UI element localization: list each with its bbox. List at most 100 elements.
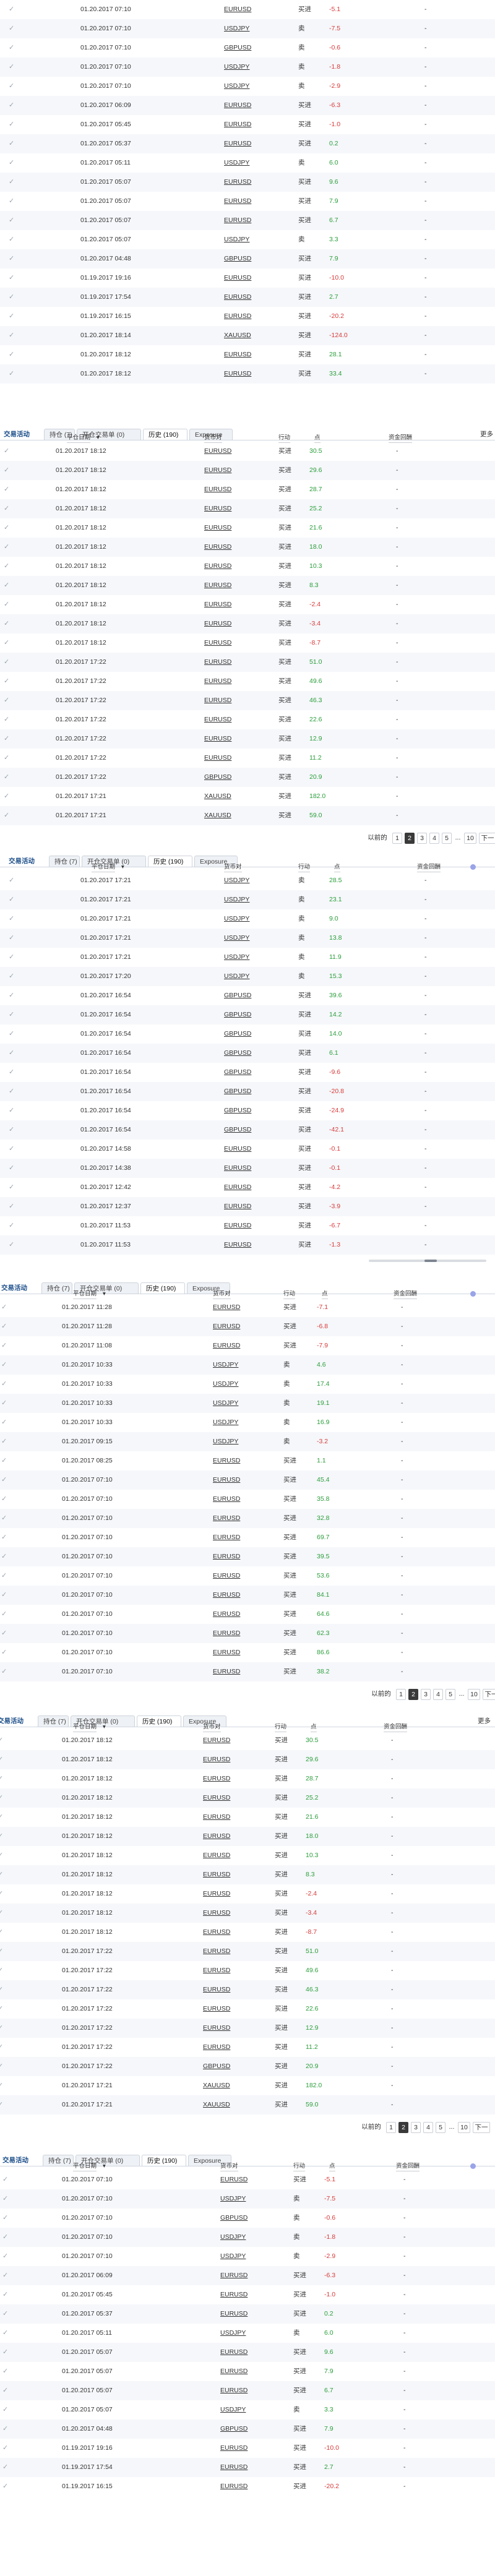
table-row[interactable]: ✓ 01.20.2017 05:45 EURUSD 买进 -1.0 - [0,2285,495,2304]
table-row[interactable]: ✓ 01.20.2017 07:10 USDJPY 卖 -1.8 - [0,58,495,77]
currency-pair-link[interactable]: EURUSD [224,1140,251,1159]
currency-pair-link[interactable]: XAUUSD [204,787,231,806]
table-row[interactable]: ✓ 01.20.2017 17:22 EURUSD 买进 49.6 - [0,672,495,691]
currency-pair-link[interactable]: EURUSD [220,2439,248,2458]
row-check-icon[interactable]: ✓ [2,2477,8,2496]
table-row[interactable]: ✓ 01.20.2017 18:12 EURUSD 买进 8.3 - [0,1865,495,1884]
pagination-previous[interactable]: 以前的 [359,2122,384,2133]
table-row[interactable]: ✓ 01.20.2017 05:07 EURUSD 买进 9.6 - [0,2343,495,2362]
row-check-icon[interactable]: ✓ [0,1731,3,1750]
currency-pair-link[interactable]: EURUSD [224,1235,251,1255]
currency-pair-link[interactable]: EURUSD [224,173,251,192]
currency-pair-link[interactable]: USDJPY [224,19,249,38]
row-check-icon[interactable]: ✓ [9,890,14,909]
table-row[interactable]: ✓ 01.20.2017 07:10 GBPUSD 卖 -0.6 - [0,2209,495,2228]
table-row[interactable]: ✓ 01.20.2017 11:53 EURUSD 买进 -6.7 - [0,1216,495,1235]
currency-pair-link[interactable]: EURUSD [213,1451,240,1470]
row-check-icon[interactable]: ✓ [4,653,9,672]
row-check-icon[interactable]: ✓ [9,967,14,986]
scrollbar-thumb[interactable] [424,1260,437,1262]
row-check-icon[interactable]: ✓ [2,2247,8,2266]
table-row[interactable]: ✓ 01.20.2017 18:12 EURUSD 买进 -2.4 - [0,595,495,614]
table-row[interactable]: ✓ 01.20.2017 07:10 EURUSD 买进 64.6 - [0,1605,495,1624]
currency-pair-link[interactable]: EURUSD [213,1586,240,1605]
table-row[interactable]: ✓ 01.20.2017 16:54 GBPUSD 买进 39.6 - [0,986,495,1005]
table-row[interactable]: ✓ 01.20.2017 18:12 EURUSD 买进 29.6 - [0,1750,495,1769]
row-check-icon[interactable]: ✓ [1,1470,7,1490]
table-row[interactable]: ✓ 01.20.2017 17:22 EURUSD 买进 49.6 - [0,1961,495,1980]
table-row[interactable]: ✓ 01.20.2017 11:28 EURUSD 买进 -6.8 - [0,1317,495,1336]
page-button-3[interactable]: 3 [417,833,427,844]
row-check-icon[interactable]: ✓ [2,2362,8,2381]
table-row[interactable]: ✓ 01.20.2017 17:22 EURUSD 买进 11.2 - [0,2038,495,2057]
page-button-2[interactable]: 2 [405,833,415,844]
row-check-icon[interactable]: ✓ [1,1490,7,1509]
row-check-icon[interactable]: ✓ [4,768,9,787]
currency-pair-link[interactable]: GBPUSD [224,1120,251,1140]
table-row[interactable]: ✓ 01.20.2017 18:12 EURUSD 买进 10.3 - [0,557,495,576]
row-check-icon[interactable]: ✓ [1,1528,7,1547]
currency-pair-link[interactable]: EURUSD [204,518,231,538]
row-check-icon[interactable]: ✓ [4,749,9,768]
row-check-icon[interactable]: ✓ [9,948,14,967]
table-row[interactable]: ✓ 01.20.2017 17:22 EURUSD 买进 46.3 - [0,691,495,710]
table-row[interactable]: ✓ 01.20.2017 05:07 EURUSD 买进 7.9 - [0,192,495,211]
row-check-icon[interactable]: ✓ [0,1961,3,1980]
currency-pair-link[interactable]: EURUSD [224,0,251,19]
currency-pair-link[interactable]: EURUSD [220,2458,248,2477]
table-row[interactable]: ✓ 01.19.2017 17:54 EURUSD 买进 2.7 - [0,2458,495,2477]
table-row[interactable]: ✓ 01.20.2017 10:33 USDJPY 卖 16.9 - [0,1413,495,1432]
row-check-icon[interactable]: ✓ [9,38,14,58]
row-check-icon[interactable]: ✓ [1,1298,7,1317]
currency-pair-link[interactable]: GBPUSD [224,38,251,58]
row-check-icon[interactable]: ✓ [0,1827,3,1846]
currency-pair-link[interactable]: EURUSD [203,1961,230,1980]
row-check-icon[interactable]: ✓ [0,1769,3,1788]
page-button-10[interactable]: 10 [468,1689,480,1700]
row-check-icon[interactable]: ✓ [0,1788,3,1808]
pagination-previous[interactable]: 以前的 [365,833,390,844]
row-check-icon[interactable]: ✓ [0,2038,3,2057]
row-check-icon[interactable]: ✓ [9,986,14,1005]
currency-pair-link[interactable]: EURUSD [213,1528,240,1547]
row-check-icon[interactable]: ✓ [9,58,14,77]
currency-pair-link[interactable]: EURUSD [224,268,251,288]
row-check-icon[interactable]: ✓ [9,1044,14,1063]
currency-pair-link[interactable]: EURUSD [203,2019,230,2038]
row-check-icon[interactable]: ✓ [4,614,9,633]
page-button-5[interactable]: 5 [446,1689,455,1700]
currency-pair-link[interactable]: EURUSD [220,2343,248,2362]
row-check-icon[interactable]: ✓ [1,1375,7,1394]
currency-pair-link[interactable]: EURUSD [224,364,251,384]
currency-pair-link[interactable]: EURUSD [220,2362,248,2381]
page-button-2[interactable]: 2 [398,2122,408,2133]
table-row[interactable]: ✓ 01.20.2017 07:10 EURUSD 买进 32.8 - [0,1509,495,1528]
currency-pair-link[interactable]: EURUSD [213,1605,240,1624]
table-row[interactable]: ✓ 01.20.2017 05:37 EURUSD 买进 0.2 - [0,2304,495,2324]
table-row[interactable]: ✓ 01.20.2017 16:54 GBPUSD 买进 14.0 - [0,1024,495,1044]
table-row[interactable]: ✓ 01.20.2017 17:21 USDJPY 卖 23.1 - [0,890,495,909]
row-check-icon[interactable]: ✓ [1,1566,7,1586]
table-row[interactable]: ✓ 01.20.2017 07:10 EURUSD 买进 35.8 - [0,1490,495,1509]
table-row[interactable]: ✓ 01.20.2017 07:10 EURUSD 买进 38.2 - [0,1662,495,1681]
row-check-icon[interactable]: ✓ [9,96,14,115]
row-check-icon[interactable]: ✓ [4,633,9,653]
currency-pair-link[interactable]: EURUSD [204,576,231,595]
row-check-icon[interactable]: ✓ [1,1547,7,1566]
row-check-icon[interactable]: ✓ [1,1432,7,1451]
currency-pair-link[interactable]: EURUSD [224,134,251,153]
page-button-10[interactable]: 10 [458,2122,470,2133]
row-check-icon[interactable]: ✓ [9,134,14,153]
currency-pair-link[interactable]: EURUSD [204,691,231,710]
currency-pair-link[interactable]: EURUSD [224,192,251,211]
currency-pair-link[interactable]: EURUSD [213,1509,240,1528]
row-check-icon[interactable]: ✓ [2,2170,8,2189]
pagination-next[interactable]: 下一 [479,833,495,844]
table-row[interactable]: ✓ 01.20.2017 11:53 EURUSD 买进 -1.3 - [0,1235,495,1255]
settings-gear-icon[interactable] [470,1291,476,1297]
currency-pair-link[interactable]: USDJPY [224,58,249,77]
currency-pair-link[interactable]: EURUSD [203,1750,230,1769]
row-check-icon[interactable]: ✓ [0,1884,3,1904]
currency-pair-link[interactable]: GBPUSD [224,249,251,268]
table-row[interactable]: ✓ 01.20.2017 09:15 USDJPY 卖 -3.2 - [0,1432,495,1451]
